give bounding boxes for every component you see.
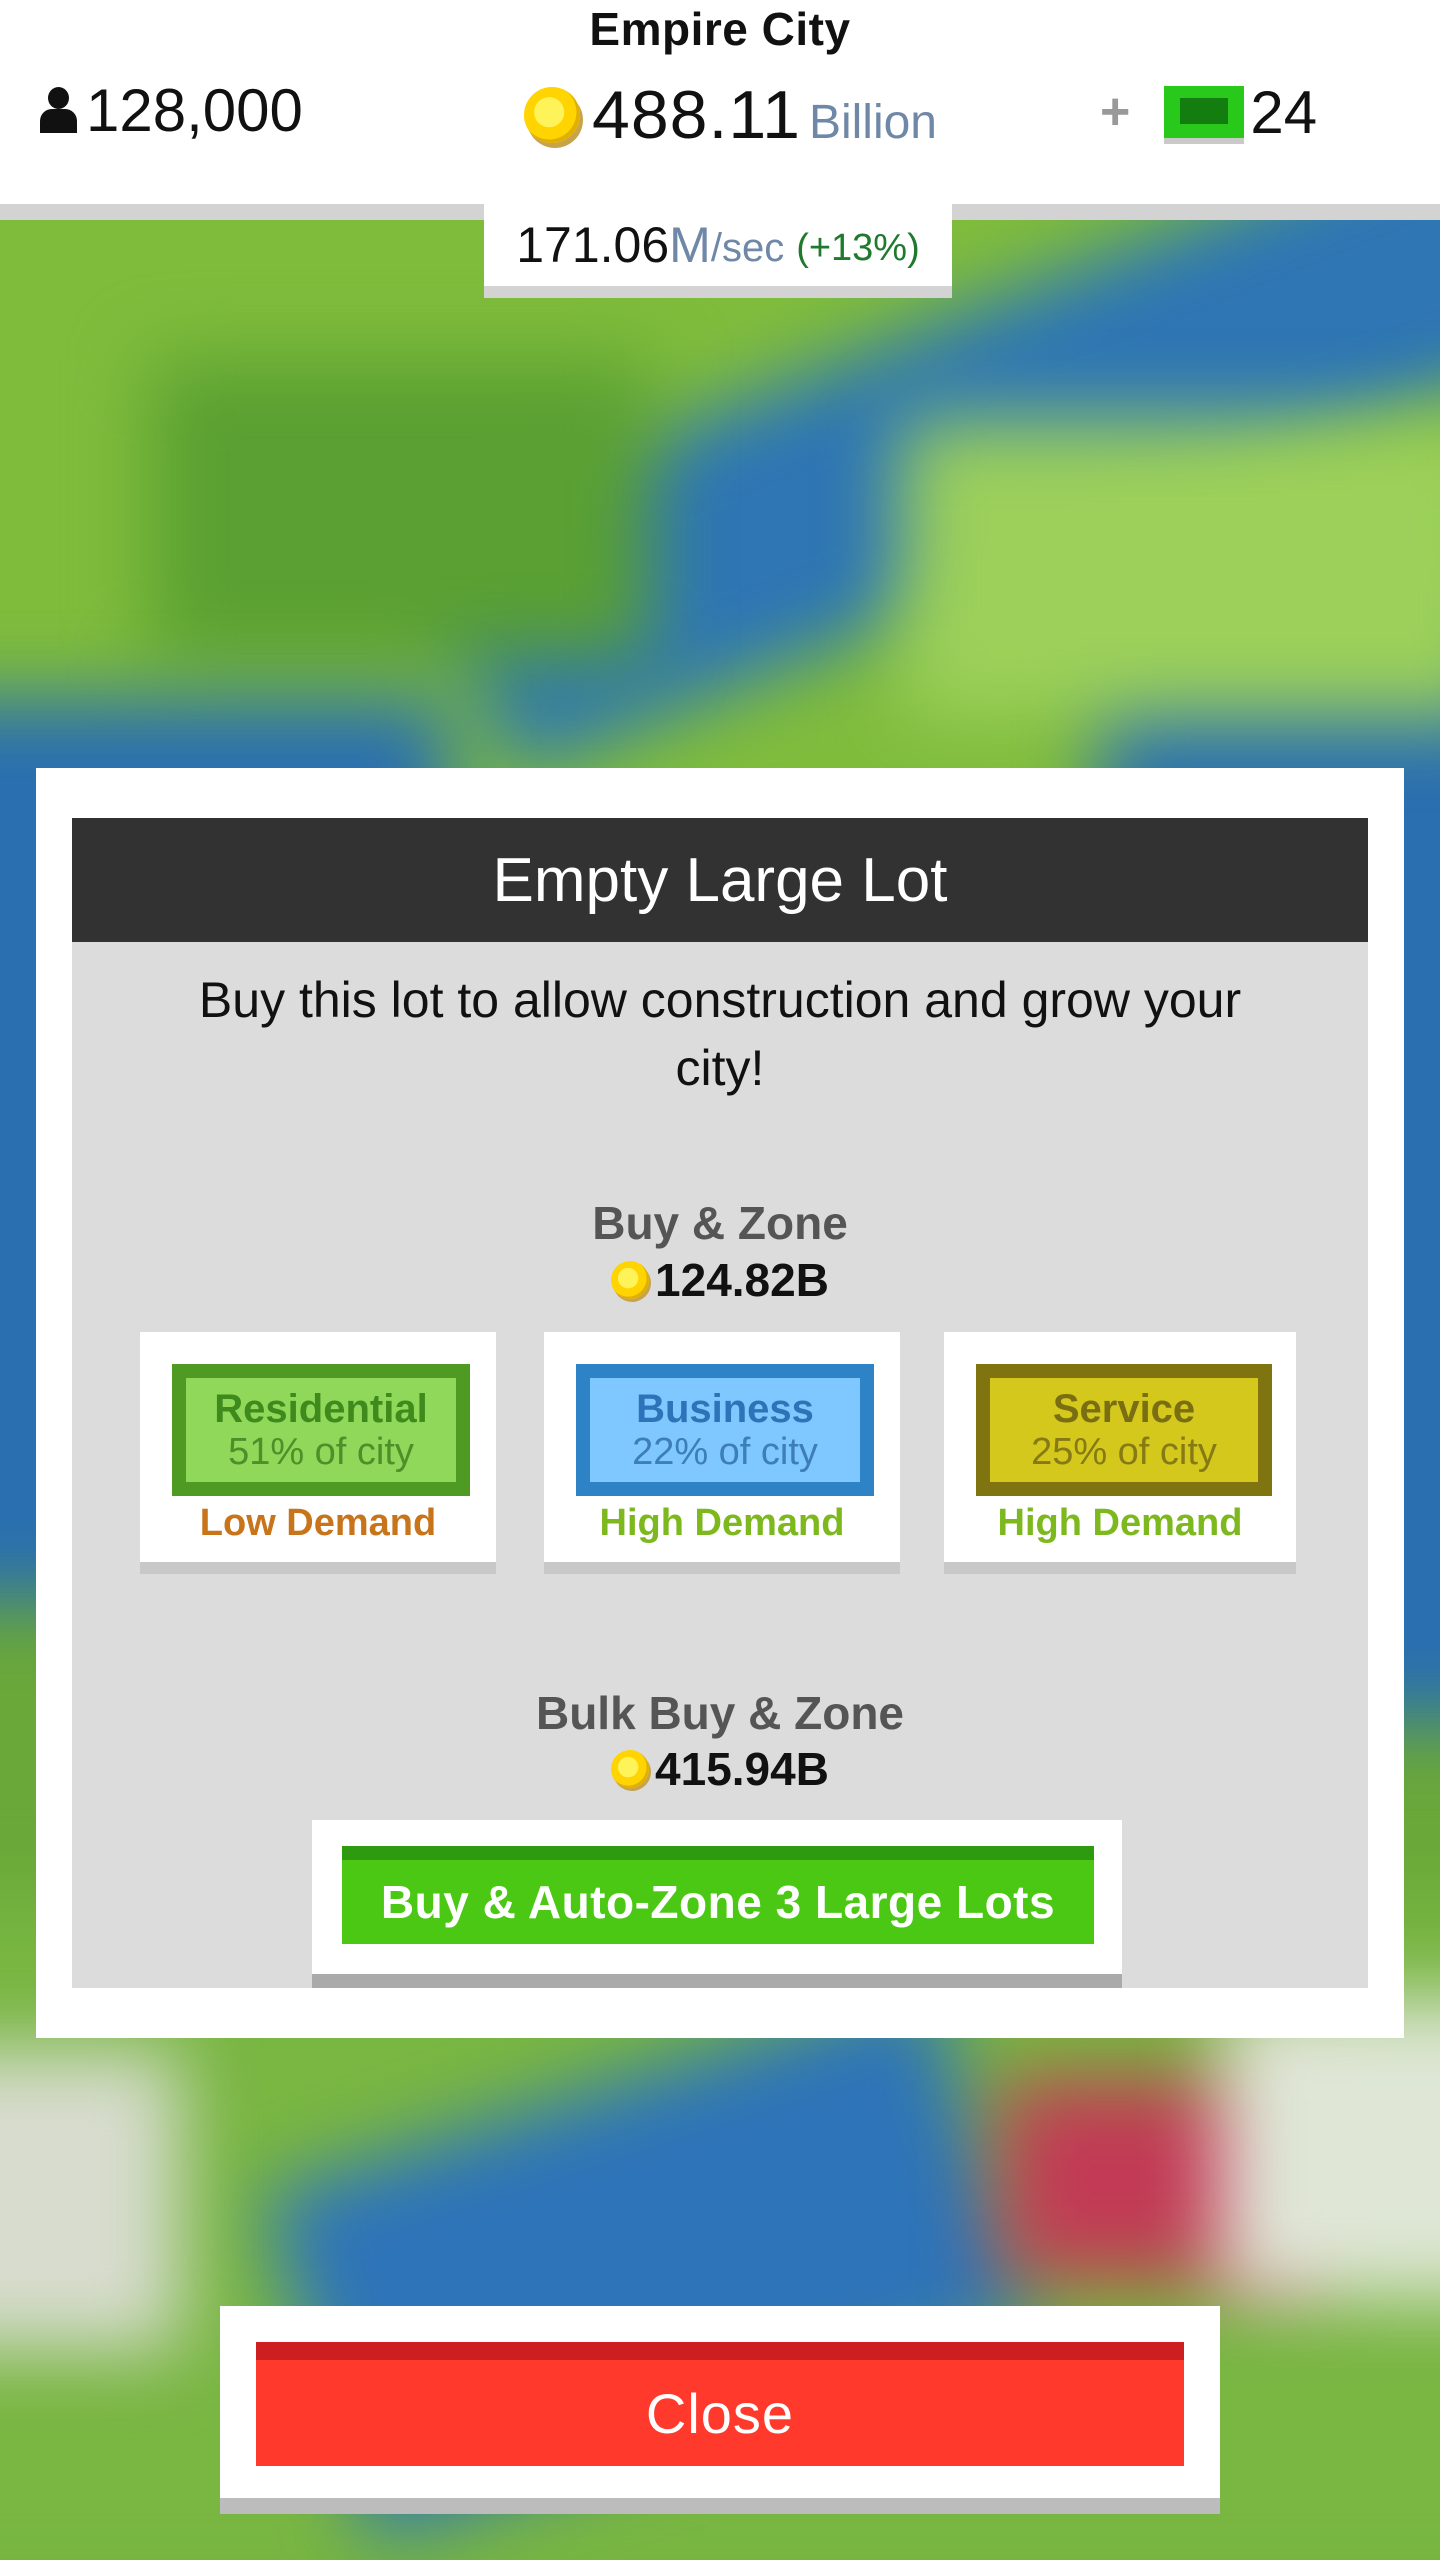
- buy-zone-price-value: 124.82B: [655, 1254, 829, 1306]
- zone-demand: High Demand: [599, 1502, 845, 1544]
- zone-card-business[interactable]: Business 22% of city High Demand: [544, 1332, 900, 1574]
- money-unit: Billion: [808, 95, 937, 149]
- coin-icon: [611, 1261, 650, 1299]
- city-name: Empire City: [589, 3, 851, 55]
- dialog-title: Empty Large Lot: [72, 818, 1368, 942]
- money-amount: 488.11: [592, 77, 801, 153]
- zone-name: Service: [1052, 1387, 1196, 1431]
- close-button[interactable]: Close: [256, 2342, 1184, 2466]
- coin-icon: [524, 87, 580, 143]
- dialog-description: Buy this lot to allow construction and g…: [198, 972, 1242, 1096]
- population-value: 128,000: [86, 76, 303, 144]
- bulk-buy-frame: Buy & Auto-Zone 3 Large Lots: [312, 1820, 1122, 1988]
- buy-zone-label: Buy & Zone: [592, 1197, 848, 1249]
- top-status-bar: Empire City 128,000 488.11 Billion + 24: [0, 0, 1440, 220]
- zone-card-residential[interactable]: Residential 51% of city Low Demand: [140, 1332, 496, 1574]
- buy-zone-price: 124.82B: [72, 1250, 1368, 1310]
- plus-icon[interactable]: +: [1100, 82, 1130, 142]
- business-button[interactable]: Business 22% of city: [576, 1364, 874, 1496]
- bulk-buy-price: 415.94B: [72, 1739, 1368, 1799]
- income-rate: 171.06 M /sec (+13%): [484, 204, 952, 298]
- zone-name: Business: [636, 1387, 814, 1431]
- zone-demand: High Demand: [997, 1502, 1243, 1544]
- service-button[interactable]: Service 25% of city: [976, 1364, 1272, 1496]
- person-icon: [38, 87, 78, 133]
- close-frame: Close: [220, 2306, 1220, 2514]
- income-rate-unit: M: [669, 217, 711, 273]
- zone-card-service[interactable]: Service 25% of city High Demand: [944, 1332, 1296, 1574]
- zone-name: Residential: [214, 1387, 428, 1431]
- cash-value: 24: [1250, 78, 1318, 146]
- cash-counter[interactable]: + 24: [1100, 72, 1317, 152]
- population-counter: 128,000: [38, 72, 303, 148]
- lot-dialog: Empty Large Lot Buy this lot to allow co…: [36, 768, 1404, 2038]
- zone-demand: Low Demand: [199, 1502, 437, 1544]
- zone-share: 22% of city: [632, 1431, 818, 1473]
- bulk-buy-label: Bulk Buy & Zone: [535, 1687, 905, 1739]
- money-counter: 488.11 Billion: [524, 72, 937, 158]
- residential-button[interactable]: Residential 51% of city: [172, 1364, 470, 1496]
- dialog-body: Empty Large Lot Buy this lot to allow co…: [72, 818, 1368, 1988]
- income-rate-per: /sec: [710, 225, 785, 270]
- cash-icon: [1164, 86, 1245, 138]
- bulk-buy-button[interactable]: Buy & Auto-Zone 3 Large Lots: [342, 1846, 1094, 1944]
- income-change: (+13%): [796, 226, 920, 269]
- zone-share: 51% of city: [228, 1431, 414, 1473]
- bulk-buy-price-value: 415.94B: [655, 1743, 829, 1795]
- coin-icon: [611, 1750, 650, 1788]
- income-rate-value: 171.06: [516, 217, 670, 273]
- zone-share: 25% of city: [1031, 1431, 1217, 1473]
